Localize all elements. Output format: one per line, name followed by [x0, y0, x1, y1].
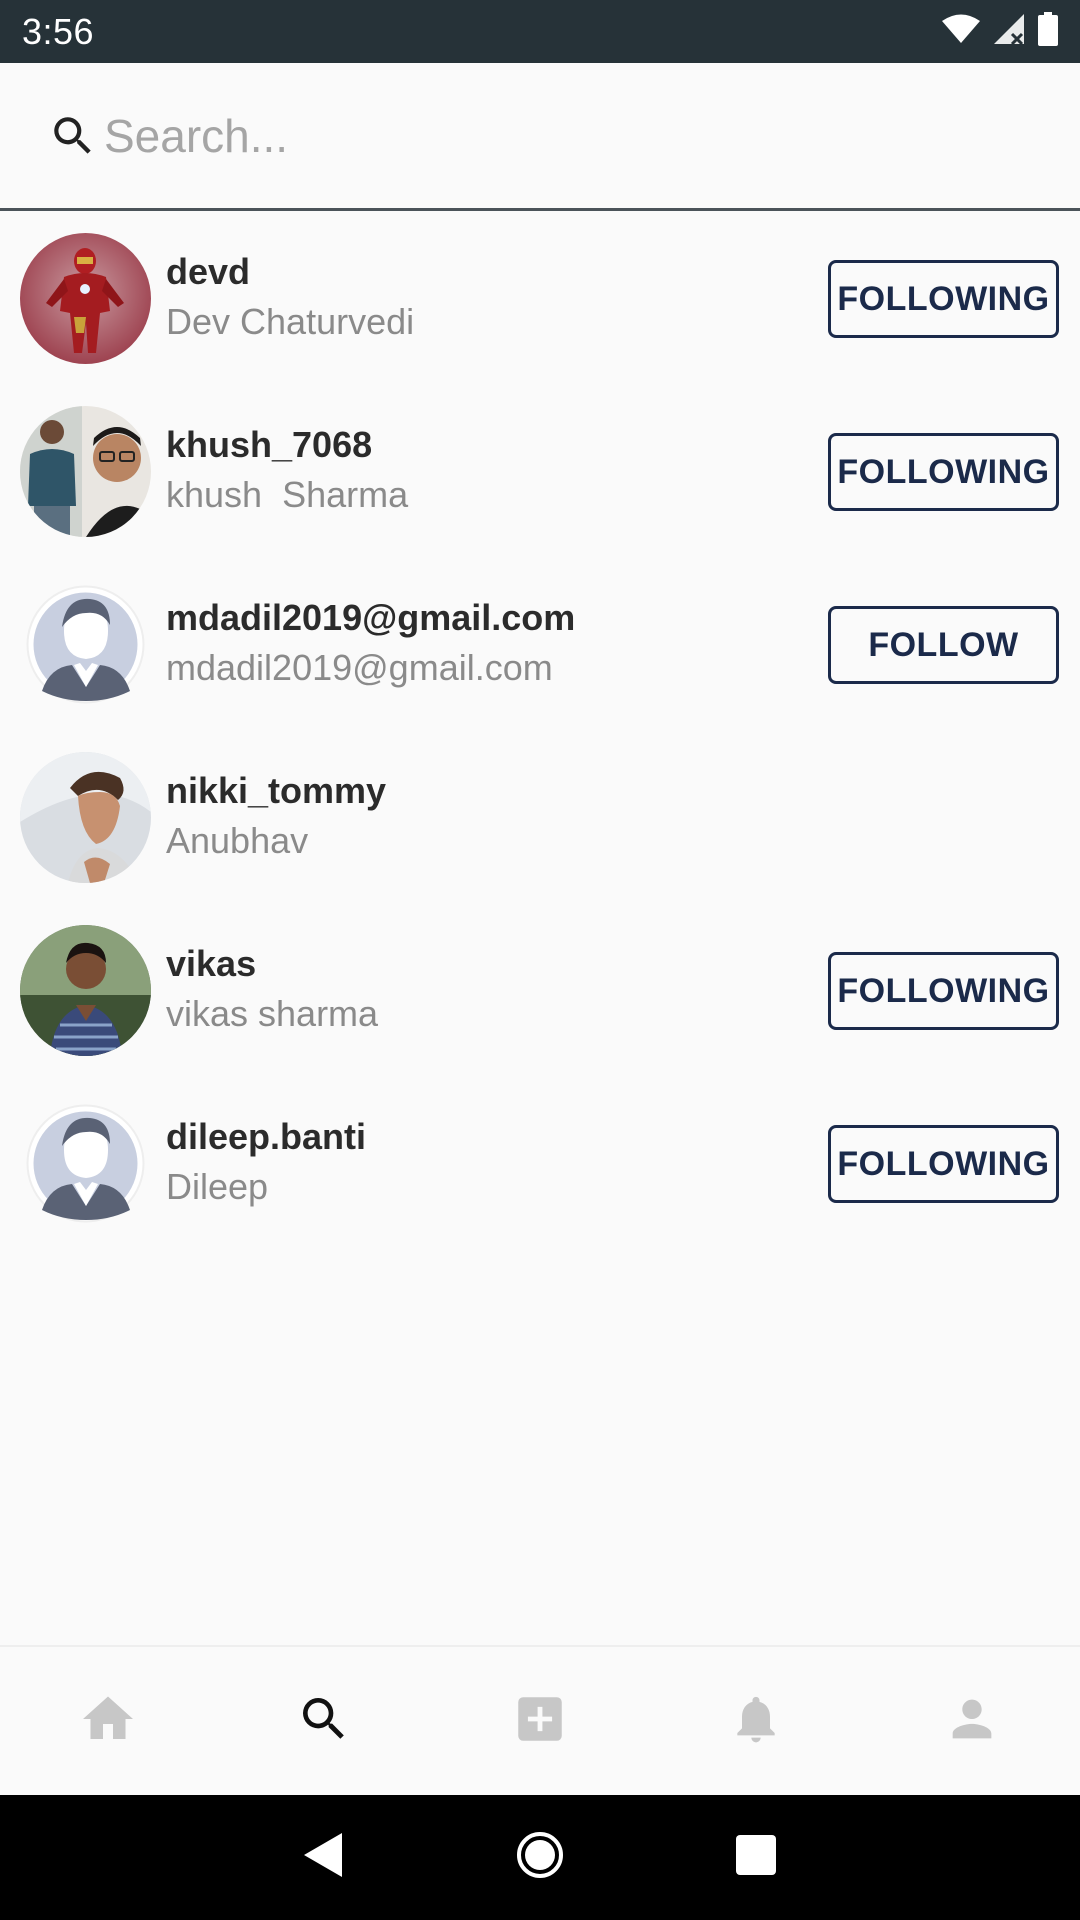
user-text: nikki_tommy Anubhav: [166, 769, 386, 863]
user-row[interactable]: mdadil2019@gmail.com mdadil2019@gmail.co…: [0, 560, 1080, 733]
full-name: mdadil2019@gmail.com: [166, 647, 553, 688]
full-name: Dev Chaturvedi: [166, 301, 415, 342]
user-text: devd Dev Chaturvedi: [166, 250, 414, 344]
search-bar: [0, 63, 1080, 211]
username: devd: [166, 251, 251, 292]
battery-icon: [1038, 12, 1058, 51]
nav-add[interactable]: [480, 1661, 600, 1781]
user-text: dileep.banti Dileep: [166, 1115, 366, 1209]
following-button[interactable]: FOLLOWING: [828, 260, 1059, 338]
search-icon: [296, 1691, 352, 1752]
full-name: vikas sharma: [166, 993, 379, 1034]
username: dileep.banti: [166, 1116, 367, 1157]
nav-notifications[interactable]: [696, 1661, 816, 1781]
person-icon: [943, 1690, 1001, 1753]
full-name: Anubhav: [166, 820, 309, 861]
home-icon: [78, 1689, 138, 1754]
back-button[interactable]: [264, 1798, 384, 1918]
user-list: devd Dev Chaturvedi FOLLOWING khush_7068…: [0, 214, 1080, 1252]
username: vikas: [166, 943, 257, 984]
user-row[interactable]: vikas vikas sharma FOLLOWING: [0, 906, 1080, 1079]
user-text: vikas vikas sharma: [166, 942, 378, 1036]
following-button[interactable]: FOLLOWING: [828, 1125, 1059, 1203]
user-row[interactable]: dileep.banti Dileep FOLLOWING: [0, 1079, 1080, 1252]
nav-home[interactable]: [48, 1661, 168, 1781]
home-button[interactable]: [480, 1798, 600, 1918]
avatar[interactable]: [20, 406, 151, 537]
wifi-icon: [942, 14, 980, 49]
username: nikki_tommy: [166, 770, 387, 811]
recents-square-icon: [735, 1834, 777, 1881]
avatar[interactable]: [20, 233, 151, 364]
full-name: Dileep: [166, 1166, 269, 1207]
full-name: khush Sharma: [166, 474, 409, 515]
home-circle-icon: [515, 1830, 565, 1885]
avatar[interactable]: [20, 752, 151, 883]
following-button[interactable]: FOLLOWING: [828, 433, 1059, 511]
avatar[interactable]: [20, 579, 151, 710]
user-text: khush_7068 khush Sharma: [166, 423, 408, 517]
following-button[interactable]: FOLLOWING: [828, 952, 1059, 1030]
add-box-icon: [511, 1690, 569, 1753]
status-time: 3:56: [22, 10, 95, 52]
system-navigation-bar: [0, 1795, 1080, 1920]
avatar[interactable]: [20, 925, 151, 1056]
username: khush_7068: [166, 424, 373, 465]
search-input[interactable]: [104, 108, 904, 163]
screen: 3:56 Search... devd Dev Chaturvedi FOLLO…: [0, 0, 1080, 1920]
status-icons: [942, 12, 1058, 51]
cell-signal-icon: [994, 14, 1024, 49]
user-row[interactable]: khush_7068 khush Sharma FOLLOWING: [0, 387, 1080, 560]
back-icon: [302, 1831, 346, 1884]
user-row[interactable]: nikki_tommy Anubhav: [0, 733, 1080, 906]
follow-button[interactable]: FOLLOW: [828, 606, 1059, 684]
recents-button[interactable]: [696, 1798, 816, 1918]
username: mdadil2019@gmail.com: [166, 597, 576, 638]
bell-icon: [728, 1691, 784, 1752]
nav-profile[interactable]: [912, 1661, 1032, 1781]
user-row[interactable]: devd Dev Chaturvedi FOLLOWING: [0, 214, 1080, 387]
status-bar: 3:56: [0, 0, 1080, 63]
avatar[interactable]: [20, 1098, 151, 1229]
user-text: mdadil2019@gmail.com mdadil2019@gmail.co…: [166, 596, 575, 690]
search-icon: [46, 109, 100, 163]
bottom-navigation: [0, 1645, 1080, 1795]
nav-search[interactable]: [264, 1661, 384, 1781]
